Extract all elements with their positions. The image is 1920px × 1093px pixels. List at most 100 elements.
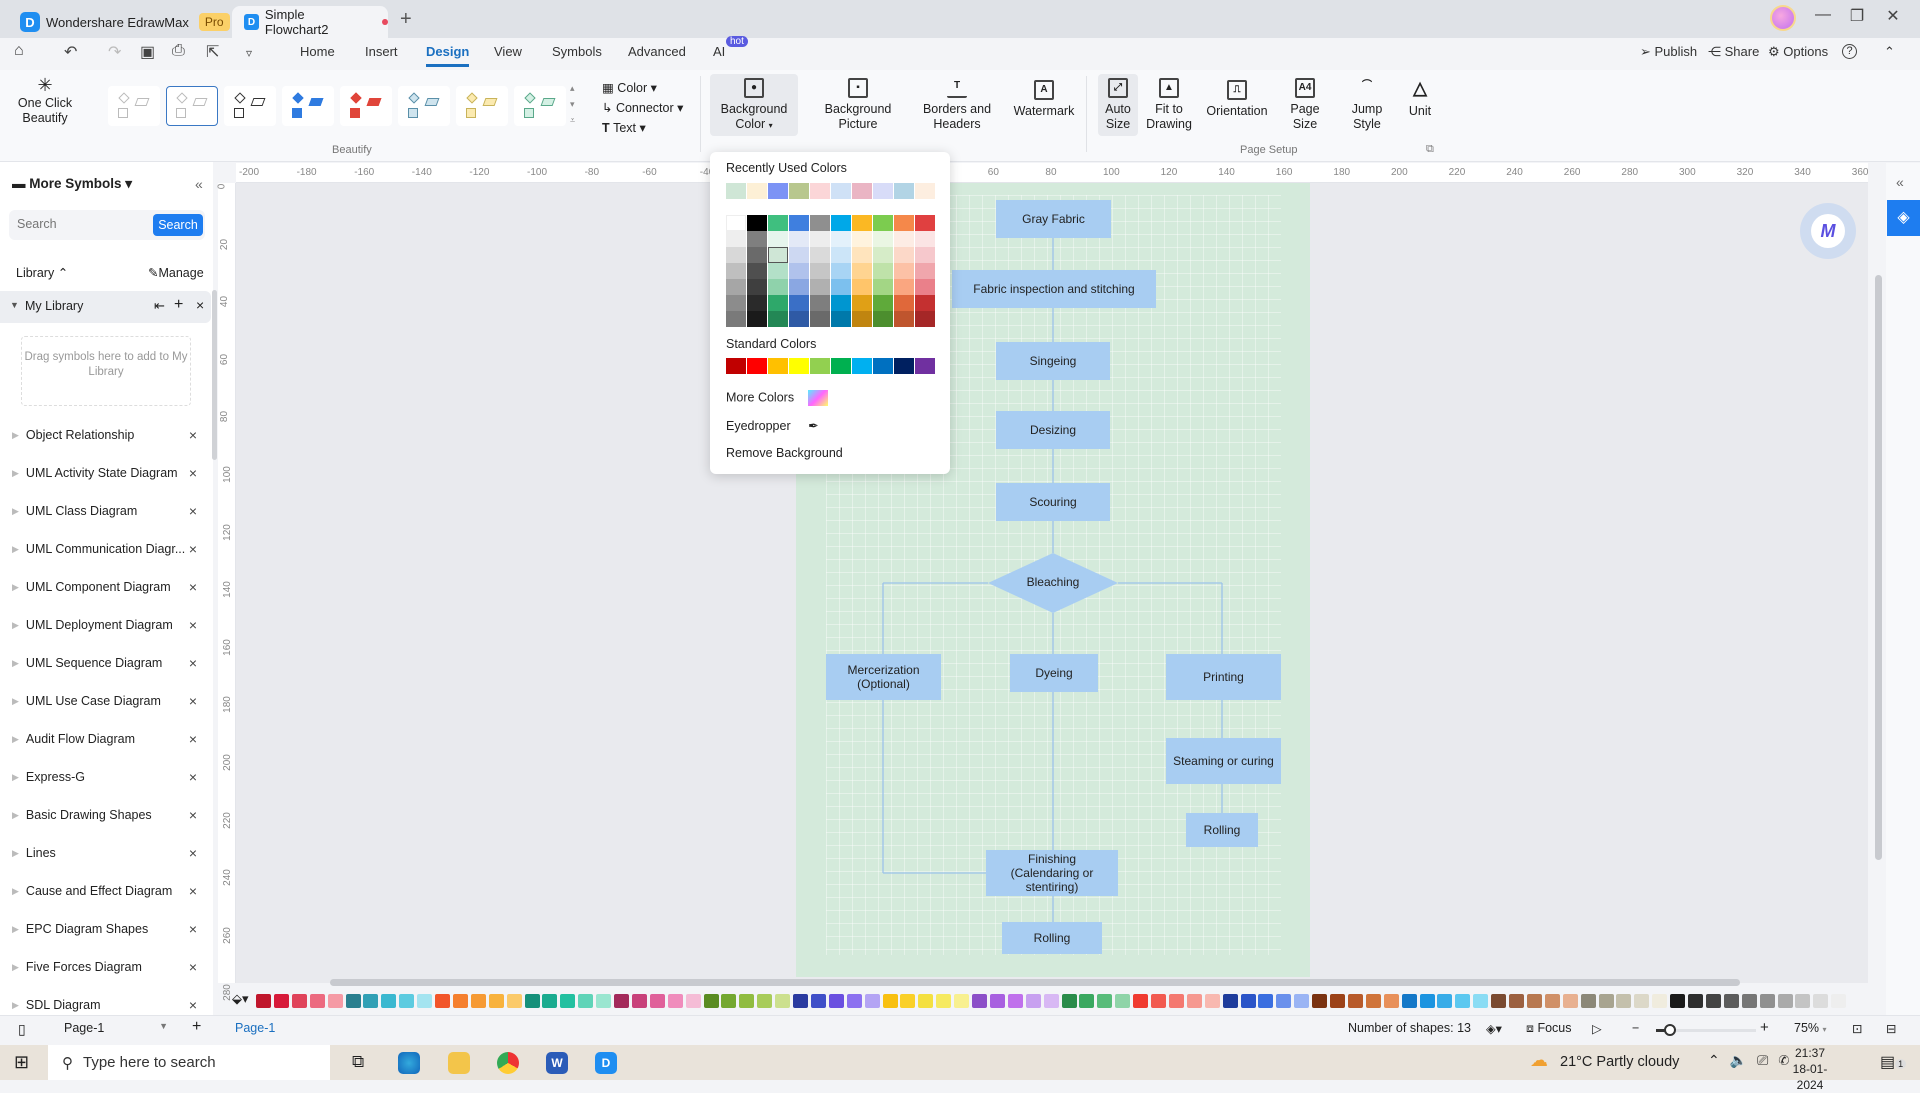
palette-swatch[interactable]: [831, 279, 851, 295]
palette-swatch[interactable]: [747, 215, 767, 231]
standard-color-swatch[interactable]: [726, 358, 746, 374]
palette-swatch[interactable]: [894, 295, 914, 311]
flowchart-node-sing[interactable]: Singeing: [996, 342, 1110, 380]
quick-color-swatch[interactable]: [1276, 994, 1292, 1008]
quick-color-swatch[interactable]: [667, 994, 683, 1008]
quick-color-swatch[interactable]: [1168, 994, 1184, 1008]
page-panel-toggle-icon[interactable]: ▯: [18, 1021, 26, 1038]
palette-swatch[interactable]: [810, 311, 830, 327]
file-explorer-icon[interactable]: [448, 1052, 470, 1074]
quick-color-swatch[interactable]: [452, 994, 468, 1008]
quick-color-swatch[interactable]: [1043, 994, 1059, 1008]
palette-swatch[interactable]: [852, 295, 872, 311]
palette-swatch[interactable]: [747, 279, 767, 295]
edrawmax-taskbar-icon[interactable]: D: [595, 1052, 617, 1074]
quick-color-swatch[interactable]: [273, 994, 289, 1008]
palette-swatch[interactable]: [726, 247, 746, 263]
flowchart-node-steam[interactable]: Steaming or curing: [1166, 738, 1281, 784]
palette-swatch[interactable]: [789, 295, 809, 311]
palette-swatch[interactable]: [810, 279, 830, 295]
flowchart-node-dye[interactable]: Dyeing: [1010, 654, 1098, 692]
flowchart-node-desz[interactable]: Desizing: [996, 411, 1110, 449]
quick-color-swatch[interactable]: [1580, 994, 1596, 1008]
style-panel-icon[interactable]: ◈: [1887, 200, 1920, 236]
palette-swatch[interactable]: [747, 231, 767, 247]
palette-swatch[interactable]: [915, 231, 935, 247]
ai-assistant-button[interactable]: M: [1800, 203, 1856, 259]
palette-swatch[interactable]: [831, 311, 851, 327]
quick-color-swatch[interactable]: [810, 994, 826, 1008]
palette-swatch[interactable]: [831, 247, 851, 263]
standard-color-swatch[interactable]: [894, 358, 914, 374]
quick-color-swatch[interactable]: [327, 994, 343, 1008]
vertical-scrollbar[interactable]: [1875, 275, 1882, 860]
palette-swatch[interactable]: [768, 311, 788, 327]
quick-color-swatch[interactable]: [1204, 994, 1220, 1008]
zoom-slider[interactable]: [1656, 1024, 1756, 1036]
focus-button[interactable]: ⧈ Focus: [1526, 1021, 1571, 1036]
palette-swatch[interactable]: [726, 311, 746, 327]
recent-color-swatch[interactable]: [810, 183, 830, 199]
page-tab[interactable]: Page-1: [235, 1021, 275, 1035]
palette-swatch[interactable]: [915, 279, 935, 295]
palette-swatch[interactable]: [789, 279, 809, 295]
quick-color-swatch[interactable]: [1795, 994, 1811, 1008]
palette-swatch[interactable]: [831, 295, 851, 311]
standard-color-swatch[interactable]: [810, 358, 830, 374]
palette-swatch[interactable]: [852, 311, 872, 327]
palette-swatch[interactable]: [915, 295, 935, 311]
palette-swatch[interactable]: [831, 263, 851, 279]
palette-swatch[interactable]: [810, 247, 830, 263]
fit-page-icon[interactable]: ⊡: [1852, 1021, 1862, 1036]
page-selector[interactable]: Page-1 ▼: [64, 1021, 168, 1035]
palette-swatch[interactable]: [852, 231, 872, 247]
quick-color-swatch[interactable]: [1401, 994, 1417, 1008]
quick-color-swatch[interactable]: [1097, 994, 1113, 1008]
palette-swatch[interactable]: [873, 295, 893, 311]
quick-color-swatch[interactable]: [703, 994, 719, 1008]
quick-color-swatch[interactable]: [972, 994, 987, 1008]
palette-swatch[interactable]: [726, 279, 746, 295]
quick-color-swatch[interactable]: [417, 994, 433, 1008]
palette-swatch[interactable]: [726, 231, 746, 247]
weather-text[interactable]: 21°C Partly cloudy: [1560, 1054, 1679, 1070]
quick-color-swatch[interactable]: [1186, 994, 1202, 1008]
quick-color-swatch[interactable]: [1151, 994, 1166, 1008]
palette-swatch[interactable]: [894, 263, 914, 279]
palette-swatch[interactable]: [768, 247, 788, 263]
palette-swatch[interactable]: [768, 263, 788, 279]
palette-swatch[interactable]: [747, 247, 767, 263]
palette-swatch[interactable]: [789, 263, 809, 279]
standard-color-swatch[interactable]: [852, 358, 872, 374]
palette-swatch[interactable]: [768, 279, 788, 295]
quick-color-swatch[interactable]: [470, 994, 486, 1008]
quick-color-swatch[interactable]: [1240, 994, 1256, 1008]
quick-color-swatch[interactable]: [918, 994, 934, 1008]
palette-swatch[interactable]: [747, 263, 767, 279]
palette-swatch[interactable]: [873, 263, 893, 279]
palette-swatch[interactable]: [747, 311, 767, 327]
quick-color-swatch[interactable]: [1007, 994, 1023, 1008]
flowchart-node-merc[interactable]: Mercerization (Optional): [826, 654, 941, 700]
standard-color-swatch[interactable]: [768, 358, 788, 374]
quick-color-swatch[interactable]: [1330, 994, 1345, 1008]
layers-icon[interactable]: ◈▾: [1486, 1021, 1502, 1036]
quick-color-swatch[interactable]: [596, 994, 612, 1008]
standard-color-swatch[interactable]: [873, 358, 893, 374]
taskbar-search[interactable]: ⚲ Type here to search: [48, 1045, 330, 1080]
flowchart-node-gray[interactable]: Gray Fabric: [996, 200, 1111, 238]
quick-color-swatch[interactable]: [1437, 994, 1453, 1008]
flowchart-node-insp[interactable]: Fabric inspection and stitching: [952, 270, 1156, 308]
flowchart-node-print[interactable]: Printing: [1166, 654, 1281, 700]
chrome-icon[interactable]: [497, 1052, 519, 1074]
play-icon[interactable]: ▷: [1592, 1021, 1602, 1036]
quick-color-swatch[interactable]: [793, 994, 808, 1008]
quick-color-swatch[interactable]: [1419, 994, 1435, 1008]
standard-color-swatch[interactable]: [747, 358, 767, 374]
palette-swatch[interactable]: [726, 215, 746, 231]
quick-color-swatch[interactable]: [578, 994, 594, 1008]
quick-color-swatch[interactable]: [685, 994, 701, 1008]
quick-color-swatch[interactable]: [1616, 994, 1632, 1008]
palette-swatch[interactable]: [873, 279, 893, 295]
recent-color-swatch[interactable]: [831, 183, 851, 199]
